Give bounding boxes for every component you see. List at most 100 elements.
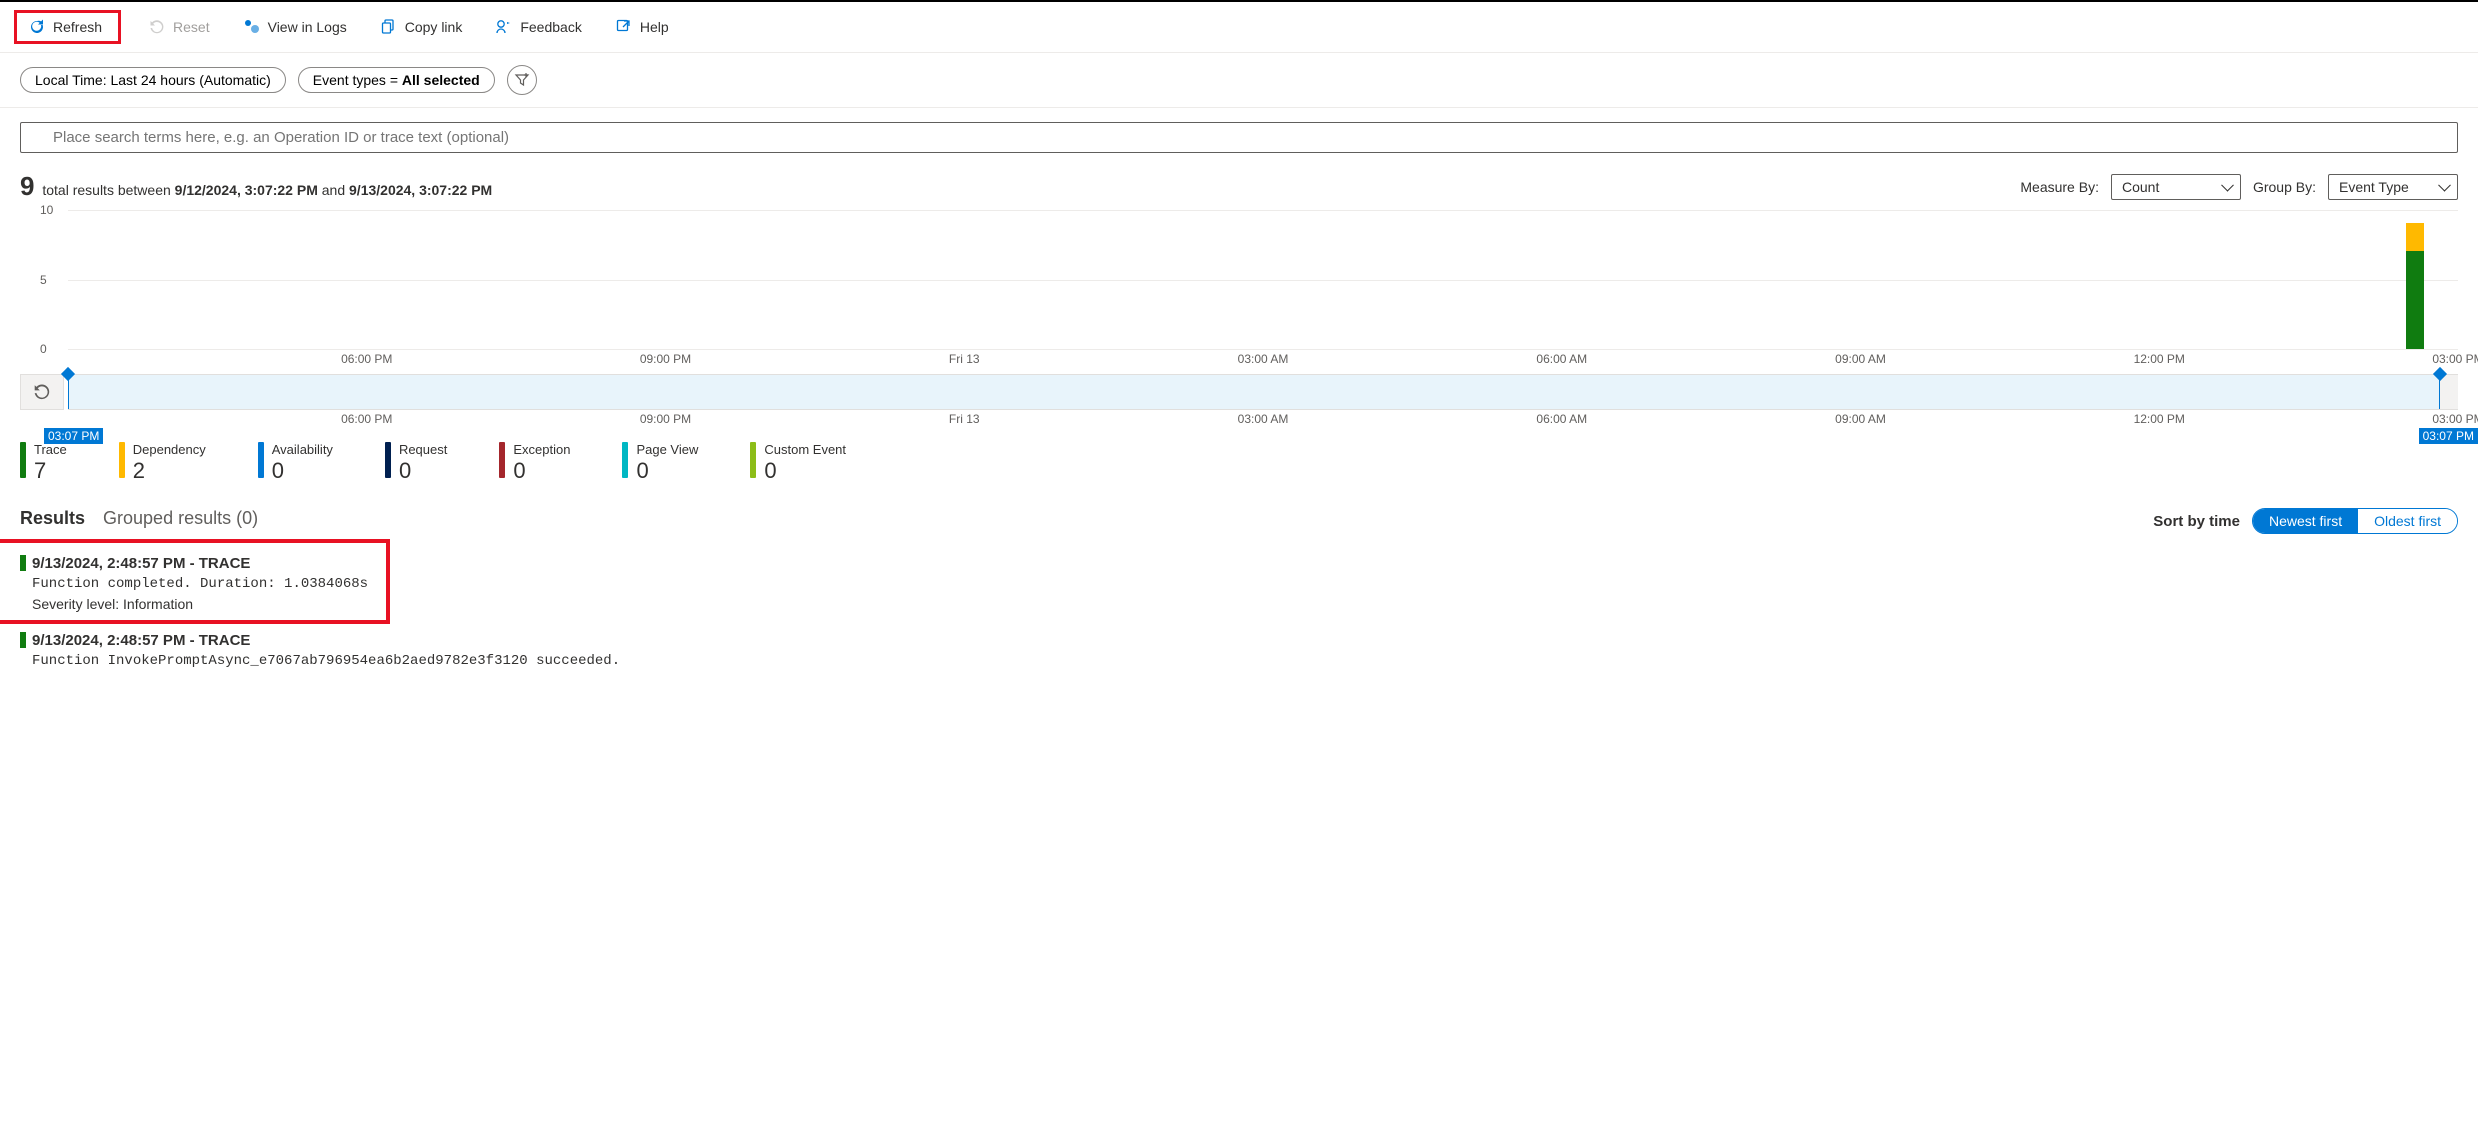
- x-tick-label: 09:00 AM: [1835, 352, 1886, 366]
- results-tabs: Results Grouped results (0): [20, 508, 258, 535]
- brush-x-tick: 03:00 AM: [1238, 412, 1289, 426]
- x-tick-label: Fri 13: [949, 352, 980, 366]
- brush-row: 06:00 PM09:00 PMFri 1303:00 AM06:00 AM09…: [0, 374, 2478, 432]
- x-tick-label: 06:00 PM: [341, 352, 392, 366]
- legend-item-custom-event[interactable]: Custom Event0: [750, 442, 846, 484]
- copy-link-label: Copy link: [405, 19, 463, 35]
- brush-reset-button[interactable]: [20, 374, 64, 410]
- sort-label: Sort by time: [2153, 513, 2240, 530]
- measure-by-label: Measure By:: [2020, 179, 2099, 195]
- and-text: and: [318, 182, 349, 198]
- result-severity: Severity level: Information: [32, 596, 2458, 612]
- legend-count: 7: [34, 458, 67, 484]
- help-label: Help: [640, 19, 669, 35]
- measure-by-select[interactable]: Count: [2111, 174, 2241, 200]
- brush-selection[interactable]: [68, 375, 2440, 409]
- legend-item-page-view[interactable]: Page View0: [622, 442, 698, 484]
- brush-left-label: 03:07 PM: [44, 428, 103, 444]
- result-item[interactable]: 9/13/2024, 2:48:57 PM - TRACEFunction co…: [20, 545, 2458, 622]
- y-tick-label: 5: [40, 273, 47, 287]
- tab-grouped-results[interactable]: Grouped results (0): [103, 508, 258, 535]
- feedback-label: Feedback: [520, 19, 581, 35]
- summary-row: 9 total results between 9/12/2024, 3:07:…: [0, 157, 2478, 210]
- refresh-label: Refresh: [53, 19, 102, 35]
- legend-swatch: [499, 442, 505, 478]
- brush-x-tick: 09:00 PM: [640, 412, 691, 426]
- measure-group-controls: Measure By: Count Group By: Event Type: [2020, 174, 2458, 200]
- x-tick-label: 09:00 PM: [640, 352, 691, 366]
- add-filter-button[interactable]: [507, 65, 537, 95]
- start-time: 9/12/2024, 3:07:22 PM: [175, 182, 318, 198]
- reset-button: Reset: [143, 15, 216, 39]
- brush-right-label: 03:07 PM: [2419, 428, 2478, 444]
- filters-row: Local Time: Last 24 hours (Automatic) Ev…: [0, 53, 2478, 108]
- view-logs-label: View in Logs: [268, 19, 347, 35]
- total-count: 9: [20, 171, 34, 201]
- legend-item-availability[interactable]: Availability0: [258, 442, 333, 484]
- chart-area: 0510 06:00 PM09:00 PMFri 1303:00 AM06:00…: [0, 210, 2478, 374]
- brush-xaxis: 06:00 PM09:00 PMFri 1303:00 AM06:00 AM09…: [68, 410, 2458, 432]
- legend-label: Request: [399, 442, 447, 458]
- sort-group: Sort by time Newest first Oldest first: [2153, 508, 2458, 534]
- result-item[interactable]: 9/13/2024, 2:48:57 PM - TRACEFunction In…: [20, 622, 2458, 683]
- x-tick-label: 12:00 PM: [2134, 352, 2185, 366]
- result-title: 9/13/2024, 2:48:57 PM - TRACE: [32, 555, 2458, 572]
- help-button[interactable]: Help: [610, 15, 675, 39]
- logs-icon: [244, 19, 260, 35]
- refresh-highlight: Refresh: [14, 10, 121, 44]
- event-types-prefix: Event types =: [313, 72, 402, 88]
- feedback-icon: [496, 19, 512, 35]
- time-range-pill[interactable]: Local Time: Last 24 hours (Automatic): [20, 67, 286, 93]
- copy-icon: [381, 19, 397, 35]
- view-logs-button[interactable]: View in Logs: [238, 15, 353, 39]
- search-input[interactable]: [20, 122, 2458, 153]
- legend-item-exception[interactable]: Exception0: [499, 442, 570, 484]
- event-types-pill[interactable]: Event types = All selected: [298, 67, 495, 93]
- sort-oldest-first[interactable]: Oldest first: [2358, 509, 2457, 533]
- legend-label: Availability: [272, 442, 333, 458]
- y-tick-label: 10: [40, 203, 53, 217]
- legend-count: 0: [272, 458, 333, 484]
- brush-x-tick: 06:00 PM: [341, 412, 392, 426]
- legend-swatch: [750, 442, 756, 478]
- legend-count: 0: [764, 458, 846, 484]
- x-tick-label: 03:00 AM: [1238, 352, 1289, 366]
- brush-track[interactable]: [68, 374, 2458, 410]
- sort-newest-first[interactable]: Newest first: [2253, 509, 2358, 533]
- results-list: 9/13/2024, 2:48:57 PM - TRACEFunction co…: [0, 545, 2478, 703]
- legend-swatch: [385, 442, 391, 478]
- copy-link-button[interactable]: Copy link: [375, 15, 469, 39]
- legend-count: 0: [399, 458, 447, 484]
- gridline: [68, 210, 2458, 211]
- result-title: 9/13/2024, 2:48:57 PM - TRACE: [32, 632, 2458, 649]
- chart-canvas[interactable]: 0510: [68, 210, 2458, 350]
- sort-toggle: Newest first Oldest first: [2252, 508, 2458, 534]
- brush-x-tick: 12:00 PM: [2134, 412, 2185, 426]
- legend-label: Custom Event: [764, 442, 846, 458]
- x-tick-label: 03:00 PM: [2432, 352, 2478, 366]
- reset-label: Reset: [173, 19, 210, 35]
- legend-count: 0: [513, 458, 570, 484]
- brush-x-tick: Fri 13: [949, 412, 980, 426]
- legend-item-request[interactable]: Request0: [385, 442, 447, 484]
- chart-bar[interactable]: [2406, 223, 2424, 349]
- feedback-button[interactable]: Feedback: [490, 15, 587, 39]
- bar-segment-trace: [2406, 251, 2424, 349]
- measure-by-value: Count: [2122, 179, 2159, 195]
- end-time: 9/13/2024, 3:07:22 PM: [349, 182, 492, 198]
- refresh-icon: [29, 19, 45, 35]
- legend-label: Page View: [636, 442, 698, 458]
- group-by-select[interactable]: Event Type: [2328, 174, 2458, 200]
- gridline: [68, 280, 2458, 281]
- refresh-button[interactable]: Refresh: [23, 15, 108, 39]
- tab-results[interactable]: Results: [20, 508, 85, 535]
- toolbar: Refresh Reset View in Logs Copy link Fee…: [0, 0, 2478, 53]
- legend-swatch: [20, 442, 26, 478]
- legend-item-trace[interactable]: Trace7: [20, 442, 67, 484]
- group-by-value: Event Type: [2339, 179, 2409, 195]
- bar-segment-dependency: [2406, 223, 2424, 251]
- summary-text: 9 total results between 9/12/2024, 3:07:…: [20, 171, 492, 202]
- help-icon: [616, 19, 632, 35]
- legend-item-dependency[interactable]: Dependency2: [119, 442, 206, 484]
- undo-icon: [33, 383, 51, 401]
